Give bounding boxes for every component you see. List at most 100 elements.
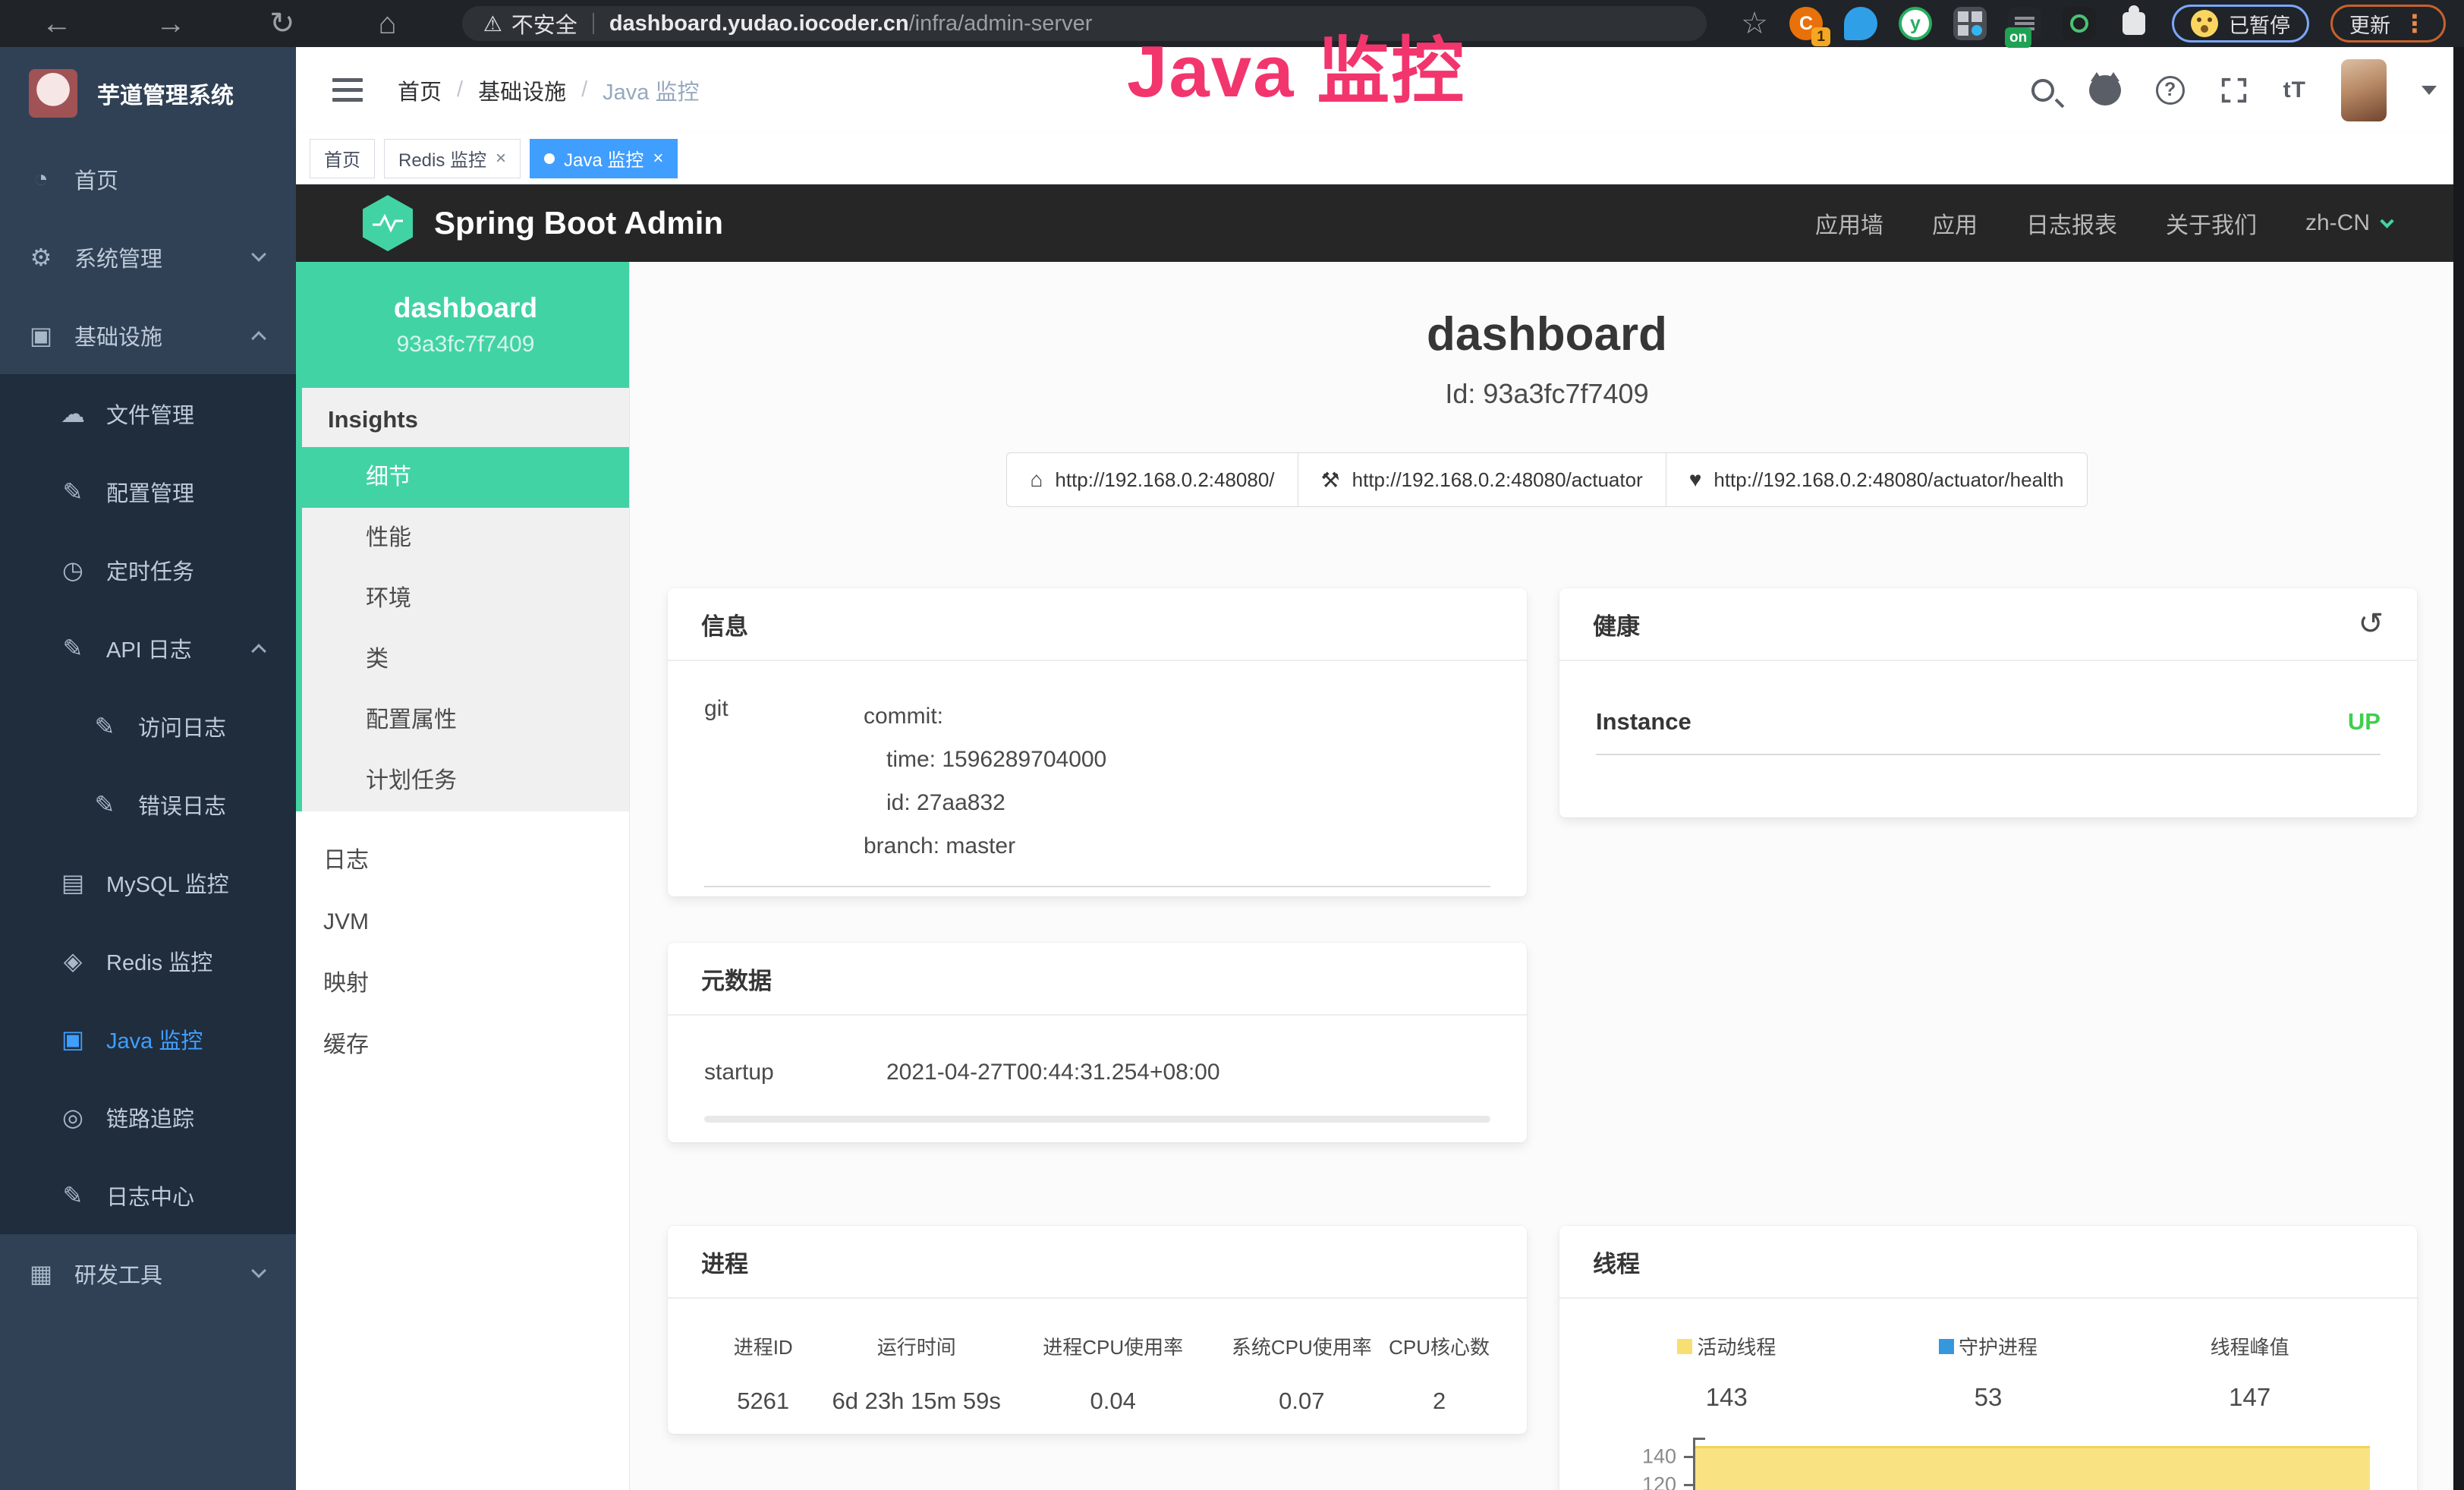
sidebar-item-redis[interactable]: ◈ Redis 监控 xyxy=(0,921,296,1000)
sidebar-item-trace[interactable]: ◎ 链路追踪 xyxy=(0,1078,296,1156)
heart-icon: ♥ xyxy=(1689,468,1702,492)
browser-reload-icon[interactable]: ↻ xyxy=(269,0,295,47)
browser-forward-icon[interactable]: → xyxy=(156,0,186,47)
column-header: 进程CPU使用率 xyxy=(1011,1332,1215,1360)
extension-badge: 1 xyxy=(1811,27,1830,46)
sba-item-metrics[interactable]: 性能 xyxy=(302,508,629,569)
browser-home-icon[interactable]: ⌂ xyxy=(379,0,397,47)
font-size-icon[interactable]: tT xyxy=(2283,77,2306,103)
sidebar-item-java-monitor[interactable]: ▣ Java 监控 xyxy=(0,1000,296,1078)
legend-daemon-threads: 守护进程 xyxy=(1939,1332,2038,1360)
security-label[interactable]: 不安全 xyxy=(511,8,577,39)
sidebar-item-mysql[interactable]: ▤ MySQL 监控 xyxy=(0,843,296,921)
search-icon[interactable] xyxy=(2031,79,2054,102)
breadcrumb-infra[interactable]: 基础设施 xyxy=(478,74,566,106)
info-row-value: commit: time: 1596289704000 id: 27aa832 … xyxy=(864,695,1490,868)
y-tick-label: 120 xyxy=(1596,1473,1676,1490)
user-avatar[interactable] xyxy=(2341,59,2387,121)
threads-card: 线程 活动线程 143 守护进程 xyxy=(1559,1226,2417,1490)
sidebar-item-config[interactable]: ✎ 配置管理 xyxy=(0,452,296,531)
sidebar-item-log-center[interactable]: ✎ 日志中心 xyxy=(0,1156,296,1234)
sba-item-details[interactable]: 细节 xyxy=(302,447,629,508)
sba-nav-applications[interactable]: 应用 xyxy=(1932,206,1978,240)
header-actions: ? tT xyxy=(2031,59,2464,121)
sba-item-classes[interactable]: 类 xyxy=(302,629,629,690)
extension-icon-green-lens[interactable] xyxy=(2063,7,2096,40)
bookmark-star-icon[interactable]: ☆ xyxy=(1741,0,1768,47)
screen: ← → ↻ ⌂ ⚠ 不安全 dashboard.yudao.iocoder.cn… xyxy=(0,0,2464,1490)
sba-item-mappings[interactable]: 映射 xyxy=(296,953,629,1014)
extension-icon-switch[interactable]: on xyxy=(2008,7,2041,40)
extension-icon-pin[interactable] xyxy=(1844,7,1877,40)
sidebar-collapse-icon[interactable] xyxy=(332,72,363,108)
threads-card-header: 线程 xyxy=(1559,1226,2417,1299)
sba-nav-about[interactable]: 关于我们 xyxy=(2166,206,2257,240)
chevron-up-icon xyxy=(251,331,266,346)
sba-brand-title[interactable]: Spring Boot Admin xyxy=(434,205,723,241)
sidebar-item-dev-tools[interactable]: ▦ 研发工具 xyxy=(0,1234,296,1312)
sidebar-item-file[interactable]: ☁ 文件管理 xyxy=(0,374,296,452)
metadata-startup-row: startup 2021-04-27T00:44:31.254+08:00 xyxy=(704,1049,1490,1085)
spring-boot-admin-logo[interactable] xyxy=(363,195,413,251)
help-icon[interactable]: ? xyxy=(2156,76,2185,105)
tab-redis-monitor[interactable]: Redis 监控 × xyxy=(384,139,521,178)
sba-item-caches[interactable]: 缓存 xyxy=(296,1014,629,1076)
close-icon[interactable]: × xyxy=(653,148,663,169)
extension-icon-orange[interactable]: C 1 xyxy=(1789,7,1823,40)
scrollbar[interactable] xyxy=(2453,47,2464,1490)
sidebar-submenu-infra: ☁ 文件管理 ✎ 配置管理 ◷ 定时任务 ✎ API 日志 ✎ xyxy=(0,374,296,1234)
sba-item-logs[interactable]: 日志 xyxy=(296,830,629,891)
sba-item-scheduled-tasks[interactable]: 计划任务 xyxy=(302,751,629,811)
chevron-down-icon xyxy=(251,247,266,262)
actuator-url-button[interactable]: ⚒ http://192.168.0.2:48080/actuator xyxy=(1298,452,1666,507)
sidebar-item-system[interactable]: ⚙ 系统管理 xyxy=(0,218,296,296)
history-icon[interactable]: ↺ xyxy=(2358,606,2384,641)
sba-locale-select[interactable]: zh-CN xyxy=(2305,210,2392,236)
avatar-caret-icon[interactable] xyxy=(2422,86,2437,95)
column-header: 进程ID xyxy=(704,1332,822,1360)
metadata-card-header: 元数据 xyxy=(668,943,1527,1016)
sidebar-item-job[interactable]: ◷ 定时任务 xyxy=(0,531,296,609)
info-card-header: 信息 xyxy=(668,588,1527,661)
sba-instance-box[interactable]: dashboard 93a3fc7f7409 xyxy=(296,262,629,388)
browser-back-icon[interactable]: ← xyxy=(42,0,72,47)
sba-item-jvm[interactable]: JVM xyxy=(296,891,629,953)
breadcrumb-home[interactable]: 首页 xyxy=(398,74,442,106)
info-row-label: git xyxy=(704,695,864,868)
health-instance-row[interactable]: Instance UP xyxy=(1596,695,2381,736)
sba-item-config-props[interactable]: 配置属性 xyxy=(302,690,629,751)
column-header: 系统CPU使用率 xyxy=(1215,1332,1388,1360)
clock-icon: ◷ xyxy=(55,556,91,584)
github-icon[interactable] xyxy=(2089,75,2121,106)
legend-swatch-yellow xyxy=(1677,1339,1692,1354)
browser-menu-icon[interactable]: ⋮ xyxy=(2403,9,2427,38)
address-bar[interactable]: ⚠ 不安全 dashboard.yudao.iocoder.cn /infra/… xyxy=(462,6,1707,41)
service-url-button[interactable]: ⌂ http://192.168.0.2:48080/ xyxy=(1006,452,1298,507)
process-card-header: 进程 xyxy=(668,1226,1527,1299)
sidebar-item-error-log[interactable]: ✎ 错误日志 xyxy=(0,765,296,843)
extension-icon-grid[interactable] xyxy=(1953,7,1987,40)
document-icon: ✎ xyxy=(55,634,91,663)
paused-extension-pill[interactable]: 已暂停 xyxy=(2172,5,2309,43)
sidebar-item-infra[interactable]: ▣ 基础设施 xyxy=(0,296,296,374)
document-icon: ✎ xyxy=(87,712,123,741)
server-icon: ▤ xyxy=(55,868,91,897)
browser-update-button[interactable]: 更新 ⋮ xyxy=(2330,5,2446,43)
extension-icon-y[interactable]: y xyxy=(1899,7,1932,40)
sba-nav-wallboard[interactable]: 应用墙 xyxy=(1815,206,1883,240)
sidebar-item-access-log[interactable]: ✎ 访问日志 xyxy=(0,687,296,765)
sba-item-environment[interactable]: 环境 xyxy=(302,569,629,629)
extension-on-badge: on xyxy=(2005,27,2031,48)
sidebar-item-api-log[interactable]: ✎ API 日志 xyxy=(0,609,296,687)
close-icon[interactable]: × xyxy=(496,148,506,169)
health-url-button[interactable]: ♥ http://192.168.0.2:48080/actuator/heal… xyxy=(1666,452,2088,507)
sba-nav-journal[interactable]: 日志报表 xyxy=(2026,206,2117,240)
row-divider xyxy=(704,1116,1490,1123)
sidebar-item-home[interactable]: ◔ 首页 xyxy=(0,140,296,218)
app-logo-row[interactable]: 芋道管理系统 xyxy=(0,47,296,140)
tab-home[interactable]: 首页 xyxy=(310,139,375,178)
fullscreen-icon[interactable] xyxy=(2220,76,2248,105)
extensions-puzzle-icon[interactable] xyxy=(2117,7,2151,40)
info-git-row: git commit: time: 1596289704000 id: 27aa… xyxy=(704,695,1490,868)
tab-java-monitor[interactable]: Java 监控 × xyxy=(530,139,678,178)
